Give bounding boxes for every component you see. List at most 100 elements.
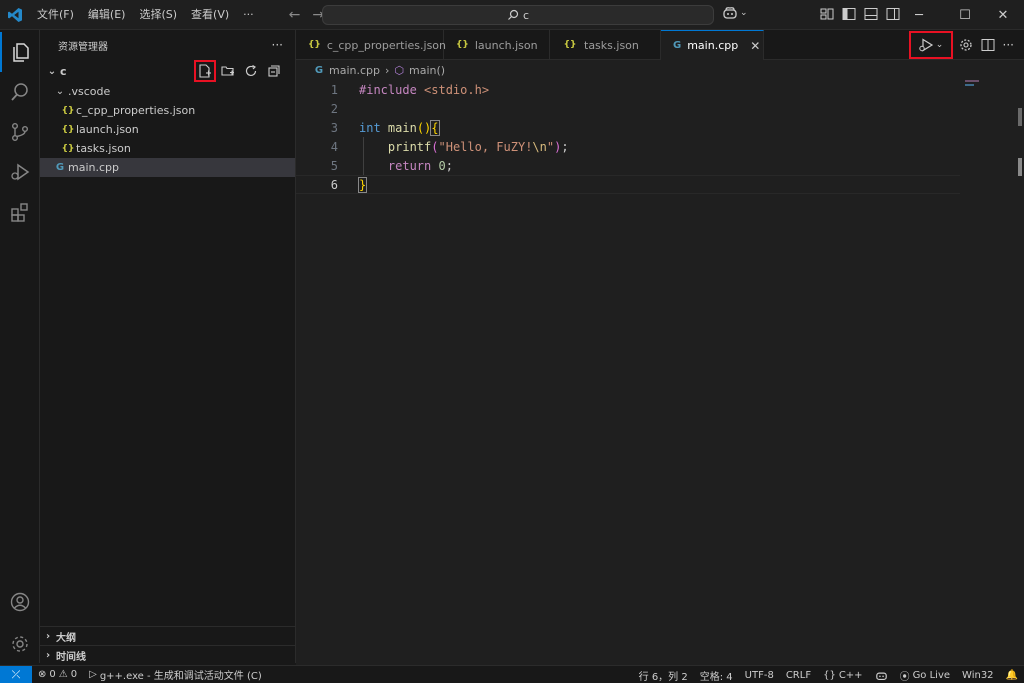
line-number: 6 — [330, 177, 338, 192]
line-number: 4 — [330, 139, 338, 154]
root-folder-label: c — [60, 64, 67, 78]
line-number: 3 — [330, 120, 338, 135]
run-debug-icon: ▷ — [89, 669, 97, 680]
copilot-icon — [875, 672, 887, 680]
chevron-down-icon: ⌄ — [55, 86, 65, 97]
tab-tasks[interactable]: {} tasks.json — [550, 30, 661, 60]
language-mode[interactable]: {} C++ — [817, 670, 868, 681]
split-editor-icon[interactable] — [981, 38, 995, 52]
warning-icon: ⚠ — [58, 669, 68, 680]
minimap[interactable] — [962, 80, 1012, 200]
explorer-title: 资源管理器 — [58, 41, 108, 53]
line-number: 5 — [330, 158, 338, 173]
tree-file-tasks[interactable]: {} tasks.json — [40, 139, 295, 158]
command-center-search[interactable]: c — [322, 5, 714, 25]
search-view-icon[interactable] — [0, 72, 40, 112]
activity-bar — [0, 30, 40, 663]
error-count: 0 — [49, 669, 56, 680]
chevron-right-icon: › — [45, 649, 51, 661]
code-line: 5 return 0; — [296, 156, 960, 175]
accounts-icon[interactable] — [0, 582, 40, 622]
run-cpp-button[interactable]: ⌄ — [908, 31, 953, 59]
menu-more[interactable]: ··· — [236, 0, 261, 30]
timeline-section[interactable]: › 时间线 — [40, 645, 296, 664]
menu-file[interactable]: 文件(F) — [30, 0, 81, 30]
collapse-folders-button[interactable] — [265, 62, 283, 80]
command-center-text: c — [522, 8, 530, 22]
explorer-more-button[interactable]: ··· — [272, 38, 283, 52]
breadcrumb-symbol[interactable]: main() — [409, 64, 445, 77]
run-debug-play-icon — [919, 38, 933, 52]
collapse-all-icon — [268, 65, 280, 77]
tab-label: launch.json — [474, 38, 538, 52]
extensions-icon[interactable] — [0, 192, 40, 232]
code-line-6: } — [357, 176, 368, 193]
copilot-status[interactable] — [869, 670, 894, 681]
code-editor[interactable]: 1 #include <stdio.h> 2 3 int main(){ 4 p… — [296, 80, 1024, 665]
source-control-icon[interactable] — [0, 112, 40, 152]
minimize-button[interactable]: ─ — [896, 0, 942, 30]
refresh-explorer-button[interactable] — [242, 62, 260, 80]
tab-c-cpp-properties[interactable]: {} c_cpp_properties.json — [296, 30, 446, 60]
customize-layout-icon[interactable] — [820, 7, 834, 21]
menu-view[interactable]: 查看(V) — [184, 0, 236, 30]
title-bar: 文件(F) 编辑(E) 选择(S) 查看(V) ··· ← → c ⌄ ─ ☐ … — [0, 0, 1024, 30]
go-live-button[interactable]: ⦿ Go Live — [894, 668, 956, 683]
toggle-primary-sidebar-icon[interactable] — [842, 7, 856, 21]
code-line: 2 — [296, 99, 960, 118]
menu-edit[interactable]: 编辑(E) — [81, 0, 133, 30]
tab-close-icon[interactable]: ✕ — [750, 39, 760, 53]
problems-status[interactable]: ⊗ 0 ⚠ 0 — [32, 669, 83, 680]
cpp-file-icon: G — [314, 64, 324, 76]
close-window-button[interactable]: ✕ — [980, 0, 1024, 30]
tab-launch[interactable]: {} launch.json — [444, 30, 550, 60]
indent-guide — [363, 137, 364, 175]
debug-task-status[interactable]: ▷ g++.exe - 生成和调试活动文件 (C) — [83, 667, 268, 682]
search-icon — [508, 9, 519, 20]
chevron-down-icon: ⌄ — [740, 8, 748, 18]
editor-scrollbar[interactable] — [1016, 80, 1024, 665]
explorer-sidebar: 资源管理器 ··· ⌄ c ⌄ .vscode {} c_cpp_propert… — [40, 30, 296, 663]
settings-gear-icon[interactable] — [959, 38, 973, 52]
new-file-button[interactable] — [194, 60, 216, 82]
chevron-down-icon: ⌄ — [47, 65, 57, 77]
outline-section-label: 大纲 — [56, 632, 76, 644]
more-actions-icon[interactable]: ··· — [1003, 38, 1014, 52]
json-file-icon: {} — [456, 40, 469, 50]
chevron-right-icon: › — [385, 63, 390, 77]
tree-folder-vscode[interactable]: ⌄ .vscode — [40, 82, 295, 101]
breadcrumb-file[interactable]: main.cpp — [329, 64, 380, 77]
error-icon: ⊗ — [38, 669, 47, 680]
encoding-status[interactable]: UTF-8 — [739, 670, 780, 681]
braces-icon: {} — [823, 669, 836, 681]
json-file-icon: {} — [308, 40, 321, 50]
broadcast-icon: ⦿ — [899, 671, 910, 683]
remote-window-button[interactable]: ⤫ — [0, 665, 32, 683]
json-file-icon: {} — [61, 105, 75, 116]
tree-file-launch[interactable]: {} launch.json — [40, 120, 295, 139]
new-folder-button[interactable] — [219, 62, 237, 80]
back-arrow-icon[interactable]: ← — [289, 7, 301, 23]
notifications-bell-icon[interactable]: 🔔 — [1000, 670, 1024, 681]
tree-file-c-cpp-properties[interactable]: {} c_cpp_properties.json — [40, 101, 295, 120]
eol-status[interactable]: CRLF — [780, 670, 817, 681]
code-line-1: #include <stdio.h> — [359, 82, 490, 97]
menu-selection[interactable]: 选择(S) — [132, 0, 184, 30]
copilot-button[interactable]: ⌄ — [722, 6, 748, 20]
maximize-icon: ☐ — [959, 7, 971, 23]
cursor-position[interactable]: 行 6，列 2 — [633, 668, 694, 683]
outline-section[interactable]: › 大纲 — [40, 626, 296, 645]
tree-item-label: .vscode — [68, 85, 111, 98]
run-debug-icon[interactable] — [0, 152, 40, 192]
language-label: C++ — [838, 669, 863, 681]
manage-gear-icon[interactable] — [0, 624, 40, 664]
tree-file-main-cpp[interactable]: G main.cpp — [40, 158, 295, 177]
indentation-status[interactable]: 空格: 4 — [694, 668, 739, 683]
platform-status[interactable]: Win32 — [956, 670, 1000, 681]
explorer-icon[interactable] — [0, 32, 40, 72]
tab-main-cpp[interactable]: G main.cpp ✕ — [661, 30, 764, 60]
minimize-icon: ─ — [915, 7, 923, 23]
code-line-3: int main(){ — [359, 119, 440, 136]
root-folder[interactable]: ⌄ c — [40, 60, 295, 82]
toggle-panel-icon[interactable] — [864, 7, 878, 21]
